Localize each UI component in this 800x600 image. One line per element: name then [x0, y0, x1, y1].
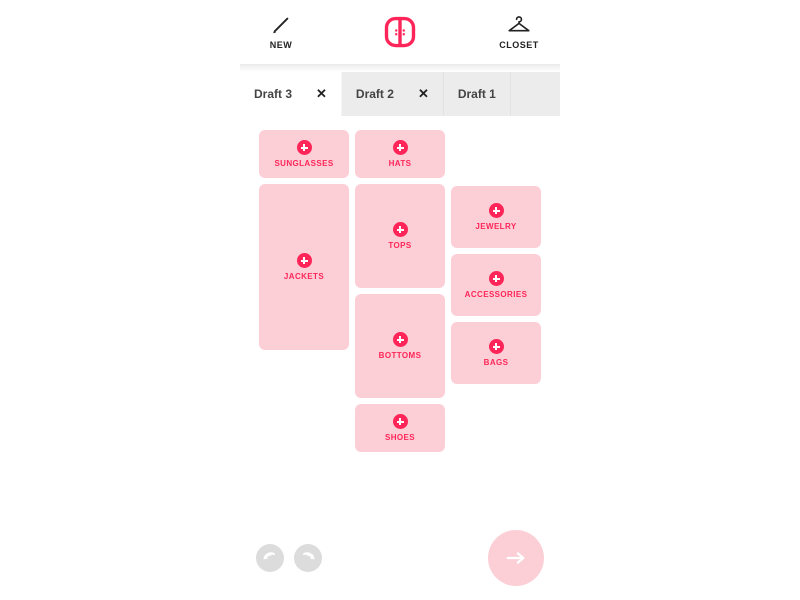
plus-icon: [393, 222, 408, 237]
category-label: ACCESSORIES: [465, 290, 528, 299]
category-bottoms[interactable]: BOTTOMS: [355, 294, 445, 398]
next-button[interactable]: [488, 530, 544, 586]
plus-icon: [489, 203, 504, 218]
app-frame: NEW CLOSET Draft 3: [240, 0, 560, 600]
column-left: SUNGLASSES JACKETS: [259, 130, 349, 452]
closet-label: CLOSET: [499, 40, 539, 50]
category-bags[interactable]: BAGS: [451, 322, 541, 384]
tab-label: Draft 1: [458, 87, 496, 101]
category-jackets[interactable]: JACKETS: [259, 184, 349, 350]
close-icon[interactable]: ✕: [418, 86, 429, 102]
category-label: JACKETS: [284, 272, 324, 281]
plus-icon: [297, 253, 312, 268]
header: NEW CLOSET: [240, 0, 560, 64]
plus-icon: [297, 140, 312, 155]
plus-icon: [393, 332, 408, 347]
category-label: SHOES: [385, 433, 415, 442]
header-divider: [240, 64, 560, 72]
category-shoes[interactable]: SHOES: [355, 404, 445, 452]
plus-icon: [489, 339, 504, 354]
tab-draft-2[interactable]: Draft 2 ✕: [342, 72, 444, 116]
category-label: HATS: [389, 159, 412, 168]
plus-icon: [393, 414, 408, 429]
redo-button[interactable]: [294, 544, 322, 572]
arrow-right-icon: [505, 550, 527, 566]
category-label: JEWELRY: [475, 222, 516, 231]
plus-icon: [489, 271, 504, 286]
category-label: SUNGLASSES: [274, 159, 333, 168]
close-icon[interactable]: ✕: [316, 86, 327, 102]
redo-icon: [300, 551, 316, 565]
category-label: TOPS: [388, 241, 411, 250]
category-columns: SUNGLASSES JACKETS HATS TOPS: [250, 130, 550, 452]
hanger-icon: [506, 14, 532, 36]
bottom-toolbar: [240, 530, 560, 586]
category-label: BOTTOMS: [379, 351, 422, 360]
tab-label: Draft 3: [254, 87, 292, 101]
outfit-canvas: SUNGLASSES JACKETS HATS TOPS: [240, 116, 560, 600]
new-button[interactable]: NEW: [256, 14, 306, 50]
new-label: NEW: [270, 40, 293, 50]
category-tops[interactable]: TOPS: [355, 184, 445, 288]
plus-icon: [393, 140, 408, 155]
category-accessories[interactable]: ACCESSORIES: [451, 254, 541, 316]
tab-draft-3[interactable]: Draft 3 ✕: [240, 72, 342, 116]
tab-label: Draft 2: [356, 87, 394, 101]
category-hats[interactable]: HATS: [355, 130, 445, 178]
tab-draft-1[interactable]: Draft 1 ✕: [444, 72, 511, 116]
app-logo-icon: [382, 14, 418, 50]
category-label: BAGS: [484, 358, 509, 367]
tabs-bar: Draft 3 ✕ Draft 2 ✕ Draft 1 ✕: [240, 72, 560, 116]
category-sunglasses[interactable]: SUNGLASSES: [259, 130, 349, 178]
column-right: JEWELRY ACCESSORIES BAGS: [451, 186, 541, 452]
column-center: HATS TOPS BOTTOMS SHOES: [355, 130, 445, 452]
undo-button[interactable]: [256, 544, 284, 572]
closet-button[interactable]: CLOSET: [494, 14, 544, 50]
category-jewelry[interactable]: JEWELRY: [451, 186, 541, 248]
undo-icon: [262, 551, 278, 565]
pencil-icon: [270, 14, 292, 36]
